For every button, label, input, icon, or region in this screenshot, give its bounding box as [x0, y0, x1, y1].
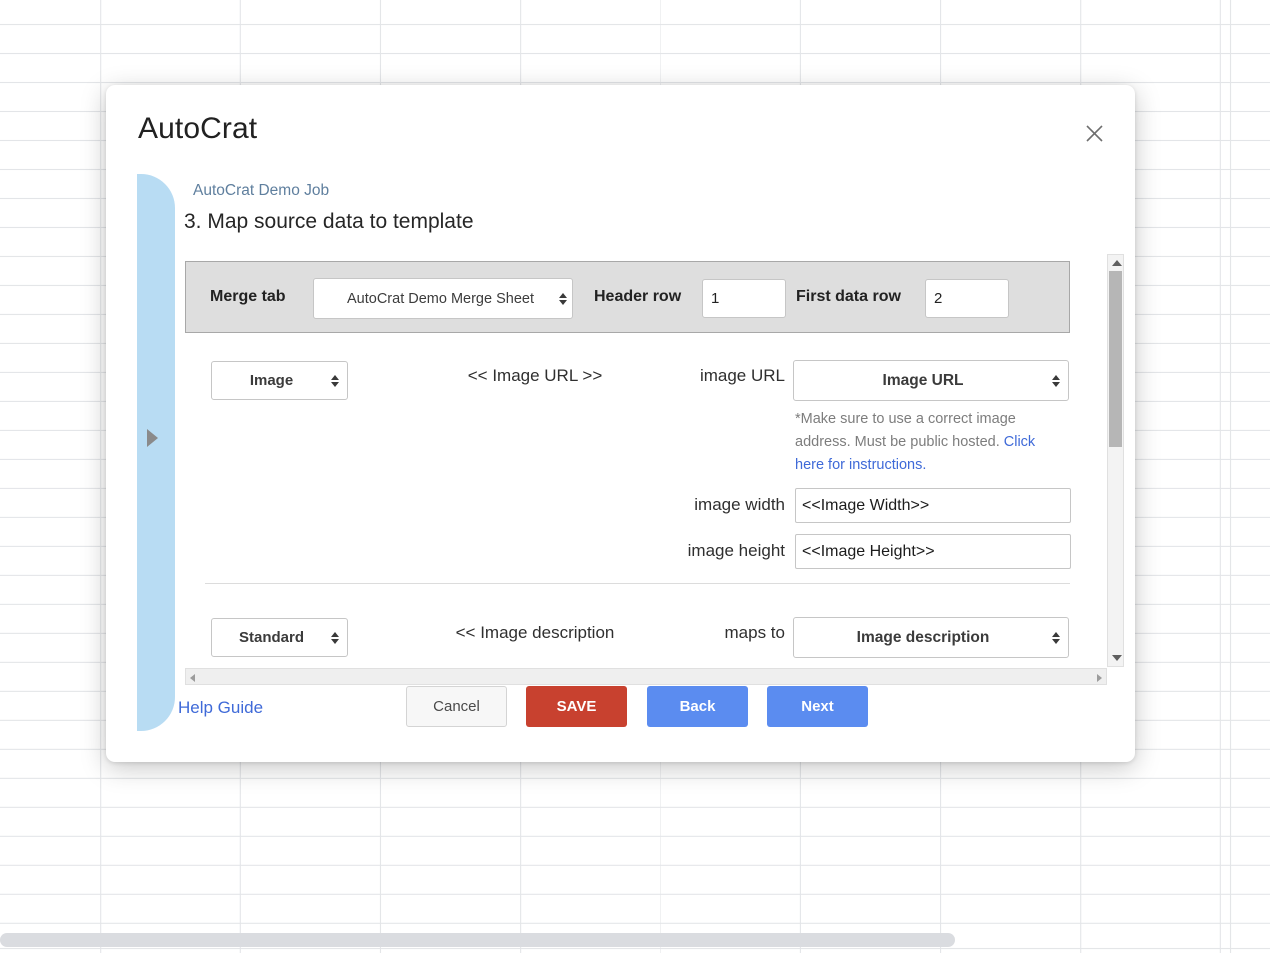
spinner-arrows-icon — [559, 293, 567, 305]
first-data-row-label: First data row — [796, 288, 901, 306]
header-row-label: Header row — [594, 288, 681, 306]
merge-tag-label: << Image description — [385, 623, 685, 643]
merge-tab-label: Merge tab — [210, 288, 286, 306]
caret-down-icon[interactable] — [1112, 655, 1122, 661]
sidebar-accent-bar — [137, 174, 175, 731]
merge-tab-select[interactable]: AutoCrat Demo Merge Sheet — [313, 278, 573, 319]
save-button[interactable]: SAVE — [526, 686, 627, 727]
image-height-input[interactable] — [795, 534, 1071, 569]
back-button[interactable]: Back — [647, 686, 748, 727]
pane-vertical-scrollbar[interactable] — [1107, 254, 1124, 667]
spinner-arrows-icon — [1052, 632, 1060, 644]
autocrat-modal-dialog: AutoCrat AutoCrat Demo Job 3. Map source… — [106, 85, 1135, 762]
mapping-type-select-value: Image — [212, 372, 331, 389]
caret-up-icon[interactable] — [1112, 260, 1122, 266]
first-data-row-input[interactable] — [925, 279, 1009, 318]
mapping-type-select[interactable]: Image — [211, 361, 348, 400]
spinner-arrows-icon — [1052, 375, 1060, 387]
step-heading: 3. Map source data to template — [184, 210, 474, 234]
next-button[interactable]: Next — [767, 686, 868, 727]
header-row-input[interactable] — [702, 279, 786, 318]
row-divider — [205, 583, 1070, 584]
mapping-target-select[interactable]: Image description — [793, 617, 1069, 658]
triangle-right-icon[interactable] — [147, 429, 158, 447]
cancel-button[interactable]: Cancel — [406, 686, 507, 727]
close-icon[interactable] — [1079, 118, 1109, 148]
image-width-input[interactable] — [795, 488, 1071, 523]
page-title: AutoCrat — [138, 112, 257, 146]
mapping-row: Standard << Image description maps to Im… — [185, 591, 1070, 667]
mapping-type-select-value: Standard — [212, 629, 331, 646]
image-height-label: image height — [605, 541, 785, 561]
mapping-target-select[interactable]: Image URL — [793, 360, 1069, 401]
vertical-scrollbar-thumb[interactable] — [1109, 271, 1122, 447]
image-width-label: image width — [605, 495, 785, 515]
mapping-row: Image << Image URL >> image URL Image UR… — [185, 333, 1070, 591]
job-name-label: AutoCrat Demo Job — [193, 182, 329, 200]
helper-note-text: *Make sure to use a correct image addres… — [795, 411, 1016, 450]
image-url-helper-note: *Make sure to use a correct image addres… — [795, 408, 1045, 477]
spinner-arrows-icon — [331, 375, 339, 387]
merge-tag-label: << Image URL >> — [385, 366, 685, 386]
spreadsheet-horizontal-scrollbar[interactable] — [0, 933, 955, 947]
maps-to-label: maps to — [655, 623, 785, 643]
help-guide-link[interactable]: Help Guide — [178, 698, 263, 718]
mapping-target-select-value: Image URL — [794, 372, 1052, 390]
merge-tab-bar: Merge tab AutoCrat Demo Merge Sheet Head… — [185, 261, 1070, 333]
caret-left-icon[interactable] — [190, 674, 195, 682]
merge-tab-select-value: AutoCrat Demo Merge Sheet — [314, 291, 559, 307]
mapping-target-select-value: Image description — [794, 629, 1052, 647]
maps-to-label: image URL — [655, 366, 785, 386]
mapping-scroll-pane: Merge tab AutoCrat Demo Merge Sheet Head… — [185, 252, 1102, 667]
mapping-type-select[interactable]: Standard — [211, 618, 348, 657]
spinner-arrows-icon — [331, 632, 339, 644]
caret-right-icon[interactable] — [1097, 674, 1102, 682]
pane-horizontal-scrollbar[interactable] — [185, 668, 1107, 685]
